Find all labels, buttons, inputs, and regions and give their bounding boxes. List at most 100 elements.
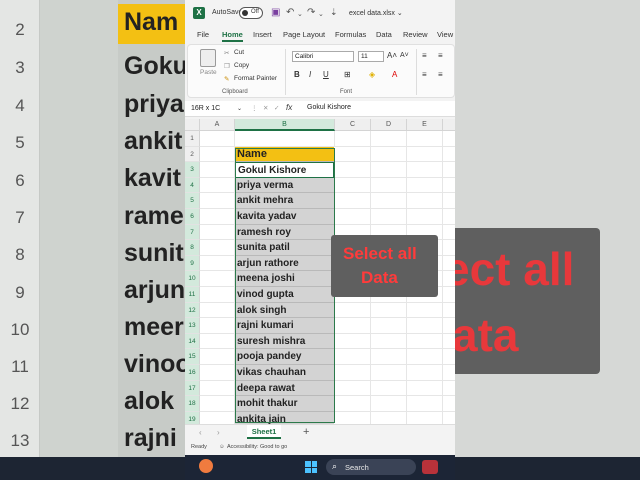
column-header-d[interactable]: D bbox=[371, 119, 407, 131]
font-color-icon[interactable]: A bbox=[392, 70, 397, 79]
name-cell[interactable]: alok singh bbox=[235, 302, 334, 319]
grid-cell[interactable] bbox=[335, 380, 371, 397]
paste-icon[interactable] bbox=[200, 49, 216, 67]
grid-cell[interactable] bbox=[407, 333, 443, 350]
format-painter-button[interactable]: Format Painter bbox=[234, 75, 277, 82]
grid-cell[interactable] bbox=[443, 193, 455, 209]
row-header[interactable]: 16 bbox=[185, 365, 200, 381]
row-header[interactable]: 5 bbox=[185, 193, 200, 209]
column-header-e[interactable]: E bbox=[407, 119, 443, 131]
sheet-prev-icon[interactable]: ‹ bbox=[199, 428, 202, 437]
grid-cell[interactable] bbox=[335, 333, 371, 350]
active-cell[interactable]: Gokul Kishore bbox=[235, 162, 334, 178]
grid-cell[interactable] bbox=[407, 209, 443, 225]
grid-cell[interactable] bbox=[371, 302, 407, 319]
name-cell[interactable]: meena joshi bbox=[235, 271, 334, 287]
grid-cell[interactable] bbox=[443, 225, 455, 241]
name-cell[interactable]: suresh mishra bbox=[235, 333, 334, 350]
row-header[interactable]: 17 bbox=[185, 380, 200, 397]
cut-icon[interactable]: ✂ bbox=[224, 49, 229, 57]
grid-cell[interactable] bbox=[407, 318, 443, 334]
grid-cell[interactable] bbox=[371, 318, 407, 334]
formula-input[interactable]: Gokul Kishore bbox=[307, 104, 351, 111]
row-header[interactable]: 12 bbox=[185, 302, 200, 319]
accessibility-icon[interactable]: ☺ bbox=[219, 444, 225, 450]
name-cell[interactable]: pooja pandey bbox=[235, 349, 334, 365]
column-header-b[interactable]: B bbox=[235, 119, 335, 131]
shrink-font-button[interactable]: A˅ bbox=[400, 52, 409, 59]
grid-cell[interactable] bbox=[200, 333, 235, 350]
italic-button[interactable]: I bbox=[309, 70, 311, 79]
grid-cell[interactable] bbox=[235, 131, 335, 147]
grid-cell[interactable] bbox=[407, 349, 443, 365]
row-header[interactable]: 14 bbox=[185, 333, 200, 350]
grid-cell[interactable] bbox=[335, 318, 371, 334]
row-header[interactable]: 1 bbox=[185, 131, 200, 147]
grid-cell[interactable] bbox=[335, 302, 371, 319]
copy-icon[interactable]: ❐ bbox=[224, 62, 230, 70]
grid-cell[interactable] bbox=[200, 240, 235, 256]
row-header[interactable]: 19 bbox=[185, 411, 200, 424]
name-cell[interactable]: vikas chauhan bbox=[235, 365, 334, 381]
grid-cell[interactable] bbox=[200, 146, 235, 163]
grid-cell[interactable] bbox=[443, 381, 455, 397]
grid-cell[interactable] bbox=[443, 131, 455, 147]
grid-cell[interactable] bbox=[335, 177, 371, 194]
weather-icon[interactable] bbox=[199, 459, 213, 473]
row-header[interactable]: 7 bbox=[185, 224, 200, 241]
save-icon[interactable]: ▣ bbox=[271, 7, 280, 18]
grid-cell[interactable] bbox=[200, 224, 235, 241]
grid-cell[interactable] bbox=[335, 162, 371, 178]
grid-cell[interactable] bbox=[335, 193, 371, 209]
customize-toolbar-icon[interactable]: ⇣ bbox=[330, 7, 338, 18]
grid-cell[interactable] bbox=[443, 256, 455, 272]
align-middle-icon[interactable]: ≡ bbox=[438, 51, 443, 60]
grid-cell[interactable] bbox=[371, 193, 407, 209]
grid-cell[interactable] bbox=[371, 380, 407, 397]
grid-cell[interactable] bbox=[443, 240, 455, 256]
grid-cell[interactable] bbox=[200, 318, 235, 334]
tab-data[interactable]: Data bbox=[376, 30, 392, 39]
grid-cell[interactable] bbox=[200, 209, 235, 225]
row-header[interactable]: 4 bbox=[185, 177, 200, 194]
tab-view[interactable]: View bbox=[437, 30, 453, 39]
sheet-next-icon[interactable]: › bbox=[217, 428, 220, 437]
grid-cell[interactable] bbox=[443, 147, 455, 163]
name-cell[interactable]: priya verma bbox=[235, 177, 334, 194]
grid-cell[interactable] bbox=[200, 131, 235, 147]
add-sheet-button[interactable]: + bbox=[303, 426, 309, 438]
name-cell[interactable]: ankit mehra bbox=[235, 193, 334, 209]
row-header[interactable]: 15 bbox=[185, 349, 200, 365]
grid-cell[interactable] bbox=[371, 396, 407, 412]
grid-cell[interactable] bbox=[335, 349, 371, 365]
align-top-icon[interactable]: ≡ bbox=[422, 51, 427, 60]
grid-cell[interactable] bbox=[407, 380, 443, 397]
grid-cell[interactable] bbox=[407, 177, 443, 194]
column-header-f[interactable] bbox=[443, 119, 455, 131]
grid-cell[interactable] bbox=[443, 271, 455, 287]
name-cell[interactable]: vinod gupta bbox=[235, 287, 334, 303]
grid-cell[interactable] bbox=[371, 162, 407, 178]
fill-color-icon[interactable]: ◈ bbox=[369, 70, 375, 79]
tab-file[interactable]: File bbox=[197, 30, 209, 39]
name-cell[interactable]: sunita patil bbox=[235, 240, 334, 256]
grid-cell[interactable] bbox=[200, 162, 235, 178]
grid-cell[interactable] bbox=[200, 365, 235, 381]
grid-cell[interactable] bbox=[335, 131, 371, 147]
redo-dropdown-icon[interactable]: ⌄ bbox=[318, 10, 324, 18]
font-size-select[interactable]: 11 bbox=[358, 51, 384, 62]
grid-cell[interactable] bbox=[407, 411, 443, 424]
cancel-icon[interactable]: ✕ bbox=[263, 104, 268, 112]
grid-cell[interactable] bbox=[200, 396, 235, 412]
format-painter-icon[interactable]: ✎ bbox=[224, 75, 229, 83]
grid-cell[interactable] bbox=[200, 349, 235, 365]
taskbar-search[interactable]: ⌕ Search bbox=[326, 459, 416, 475]
grid-cell[interactable] bbox=[371, 146, 407, 163]
grid-cell[interactable] bbox=[443, 365, 455, 381]
grid-cell[interactable] bbox=[335, 365, 371, 381]
worksheet-grid[interactable]: A B C D E 1 2 3 4 5 6 7 8 9 10 11 12 13 14 15 16 17 18 19 … bbox=[185, 119, 455, 424]
header-cell-name[interactable]: Name bbox=[235, 146, 334, 163]
grid-cell[interactable] bbox=[335, 209, 371, 225]
grid-cell[interactable] bbox=[200, 287, 235, 303]
grid-cell[interactable] bbox=[407, 146, 443, 163]
